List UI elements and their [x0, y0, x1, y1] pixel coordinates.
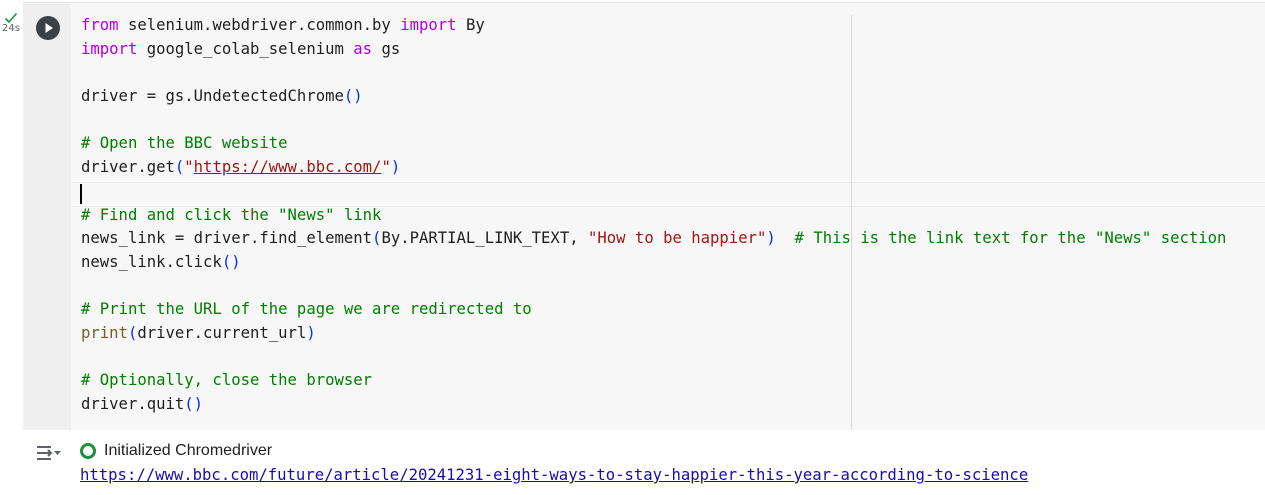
code-line[interactable]: # Optionally, close the browser [81, 369, 1226, 393]
code-token: print [81, 323, 128, 342]
code-cell[interactable]: from selenium.webdriver.common.by import… [23, 2, 1265, 431]
code-line[interactable] [81, 346, 1226, 370]
code-token: # Open the BBC website [81, 134, 288, 153]
code-token: () [221, 252, 241, 271]
code-line[interactable]: driver.quit() [81, 393, 1226, 417]
code-line[interactable] [81, 61, 1226, 85]
code-line[interactable]: import google_colab_selenium as gs [81, 38, 1226, 62]
code-token: https://www.bbc.com/ [193, 158, 382, 177]
success-ring-icon [80, 443, 96, 459]
code-token: driver.current_url [137, 323, 307, 342]
code-token: driver.quit [81, 395, 185, 413]
code-token: # Find and click the "News" link [81, 205, 382, 224]
output-status-line: Initialized Chromedriver [80, 440, 272, 462]
code-token: driver.get [81, 158, 175, 177]
code-token: # Print the URL of the page we are redir… [81, 300, 532, 319]
code-token: # Optionally, close the browser [81, 371, 373, 390]
code-line[interactable] [81, 275, 1226, 299]
code-token: ( [127, 323, 138, 342]
code-token: driver = gs.UndetectedChrome [81, 87, 344, 106]
output-settings-icon [37, 446, 61, 460]
code-editor[interactable]: from selenium.webdriver.common.by import… [81, 14, 1261, 424]
code-text[interactable]: from selenium.webdriver.common.by import… [81, 14, 1226, 417]
play-icon [45, 23, 53, 33]
code-line[interactable]: driver = gs.UndetectedChrome() [81, 85, 1226, 109]
code-line[interactable]: # Open the BBC website [81, 132, 1226, 156]
code-token: () [184, 395, 204, 413]
code-token: " [184, 158, 194, 177]
execution-time: 24s [2, 23, 20, 34]
code-token: ( [174, 158, 185, 177]
code-token: "How to be happier" [587, 229, 767, 248]
cell-status: 24s [0, 12, 22, 35]
code-token: ) [306, 323, 316, 342]
notebook-page: 24s from selenium.webdriver.common.by im… [0, 0, 1265, 495]
code-token: ) [766, 229, 776, 248]
code-token: By.PARTIAL_LINK_TEXT, [381, 229, 588, 248]
code-line[interactable]: # Print the URL of the page we are redir… [81, 298, 1226, 322]
cell-output: Initialized Chromedriver https://www.bbc… [23, 430, 1265, 495]
cell-gutter [23, 3, 71, 431]
output-toggle-button[interactable] [35, 442, 63, 464]
code-line[interactable]: # Find and click the "News" link [81, 204, 1226, 228]
output-url-link[interactable]: https://www.bbc.com/future/article/20241… [80, 466, 1028, 484]
code-token: () [343, 87, 363, 106]
code-line[interactable]: news_link = driver.find_element(By.PARTI… [81, 227, 1226, 251]
code-line[interactable]: news_link.click() [81, 251, 1226, 275]
code-token: ) [390, 158, 401, 177]
code-token: import [400, 16, 457, 34]
code-token: # This is the link text for the "News" s… [794, 229, 1227, 248]
code-token: from [81, 16, 119, 34]
code-token: " [381, 158, 391, 177]
code-token: selenium.webdriver.common.by [118, 16, 401, 34]
code-token: gs [372, 39, 401, 58]
code-line[interactable] [81, 109, 1226, 133]
code-token: news_link.click [81, 252, 222, 271]
code-token: as [353, 39, 373, 58]
code-token: import [81, 39, 138, 58]
code-line[interactable]: from selenium.webdriver.common.by import… [81, 14, 1226, 38]
output-status-text: Initialized Chromedriver [104, 442, 273, 459]
code-token: news_link = driver.find_element [81, 229, 373, 248]
code-line[interactable]: print(driver.current_url) [81, 322, 1226, 346]
code-token: By [456, 16, 485, 34]
code-line[interactable]: driver.get("https://www.bbc.com/") [81, 156, 1226, 180]
code-line[interactable] [81, 180, 1226, 204]
run-cell-button[interactable] [36, 16, 60, 40]
code-token: google_colab_selenium [137, 39, 354, 58]
